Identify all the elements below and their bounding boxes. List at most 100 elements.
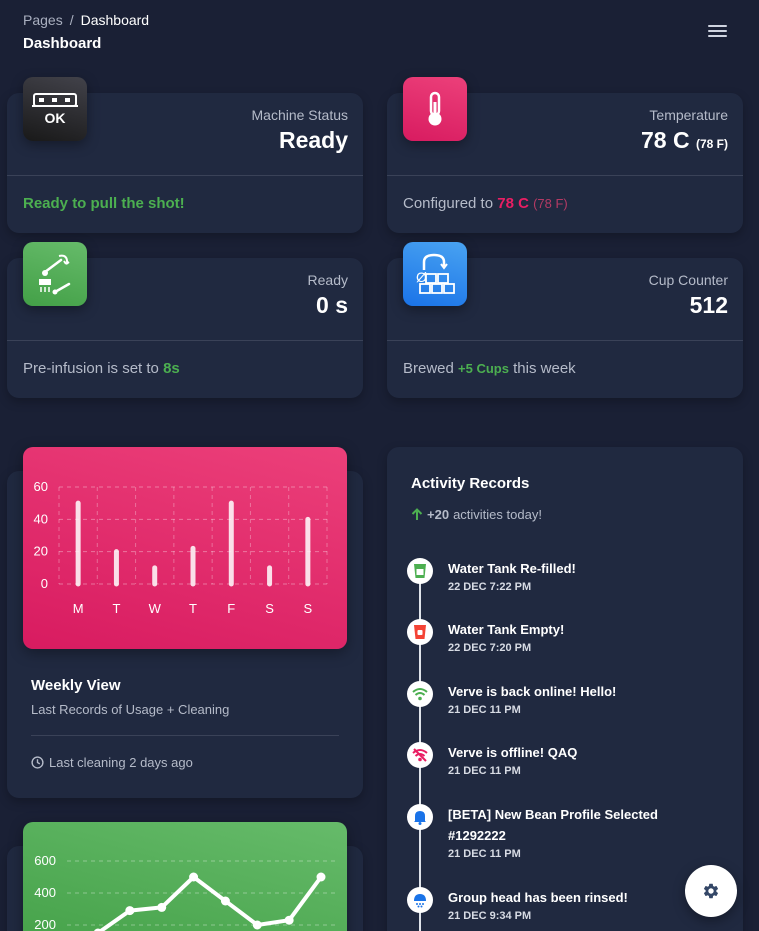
cup-footer-prefix: Brewed [403,360,454,377]
weekly-title: Weekly View [31,677,121,694]
thermometer-icon [403,77,467,141]
cup-footer-suffix: this week [513,360,576,377]
y-tick-label: 200 [34,917,56,931]
timeline-time: 21 DEC 9:34 PM [448,910,532,922]
breadcrumb-separator: / [69,12,74,28]
activity-subtitle: +20 activities today! [411,507,542,522]
divider [387,340,743,341]
temperature-f: (78 F) [695,137,728,151]
weekly-bar-chart-svg: 0 20 40 60 M T W T F S S [34,479,328,616]
ready-label: Ready [307,272,348,288]
bell-icon [407,804,433,830]
svg-text:OK: OK [45,110,66,126]
weekly-footer: Last cleaning 2 days ago [31,755,193,770]
cup-counter-value: 512 [689,292,728,318]
cup-counter-card: Ø Cup Counter 512 Brewed +5 Cups this we… [387,242,743,398]
cup-counter-label: Cup Counter [648,272,728,288]
data-point [189,872,199,882]
y-tick-label: 20 [34,544,48,559]
temperature-label: Temperature [649,107,728,123]
timeline-title: Group head has been rinsed! [448,890,628,905]
y-tick-label: 600 [34,853,56,868]
cup-counter-icon: Ø [403,242,467,306]
machine-status-card: OK Machine Status Ready Ready to pull th… [7,77,363,233]
x-tick-label: T [189,601,197,616]
x-tick-label: T [112,601,120,616]
water-tank-empty-icon [407,619,433,645]
x-tick-label: M [73,601,84,616]
activity-records-card: Activity Records +20 activities today! W… [387,447,743,931]
cup-counter-footer: Brewed +5 Cups this week [403,360,576,377]
temperature-value: 78 C (78 F) [641,127,728,154]
ready-footer-prefix: Pre-infusion is set to [23,360,159,377]
arrow-up-icon [411,508,423,520]
activity-count: +20 [427,507,450,522]
x-tick-label: S [265,601,274,616]
ready-footer-value: 8s [163,360,180,377]
wifi-icon [407,681,433,707]
data-point [252,920,262,930]
shower-head-icon [407,887,433,913]
breadcrumb-root[interactable]: Pages [23,12,63,28]
activity-count-suffix: activities today! [453,507,542,522]
machine-status-value: Ready [278,127,348,153]
data-point [125,906,135,916]
timeline-title: [BETA] New Bean Profile Selected #129222… [448,807,658,843]
usage-line-chart: 200 400 600 [23,822,347,931]
machine-status-footer: Ready to pull the shot! [23,195,185,212]
y-tick-label: 60 [34,479,48,494]
clock-icon [31,756,44,769]
divider [387,175,743,176]
data-point [316,872,326,882]
usage-line-chart-svg: 200 400 600 [34,853,337,931]
temperature-c: 78 C [641,127,690,153]
divider [31,735,339,736]
water-tank-full-icon [407,558,433,584]
usage-line-card: 200 400 600 [7,822,363,931]
breadcrumb: Pages / Dashboard [23,12,149,28]
x-tick-label: W [149,601,162,616]
timeline-title: Water Tank Re-filled! [448,561,576,576]
weekly-view-card: 0 20 40 60 M T W T F S S Weekly View Last Records … [7,447,363,798]
y-tick-label: 40 [34,511,48,526]
weekly-footer-text: Last cleaning 2 days ago [49,755,193,770]
data-point [157,902,167,912]
temperature-footer-sub: (78 F) [533,196,568,211]
wifi-off-icon [407,742,433,768]
data-point [220,896,230,906]
gear-icon [703,883,719,899]
activity-title: Activity Records [411,475,530,492]
temperature-footer: Configured to 78 C (78 F) [403,195,568,212]
timeline-time: 22 DEC 7:20 PM [448,642,532,654]
weekly-bar-chart: 0 20 40 60 M T W T F S S [23,447,347,649]
x-tick-label: S [304,601,313,616]
timeline-time: 21 DEC 11 PM [448,848,521,860]
temperature-card: Temperature 78 C (78 F) Configured to 78… [387,77,743,233]
temperature-footer-prefix: Configured to [403,195,494,212]
timeline-time: 21 DEC 11 PM [448,704,521,716]
machine-status-label: Machine Status [251,107,349,123]
hamburger-menu-icon[interactable] [708,25,727,39]
page-title: Dashboard [23,35,102,52]
x-tick-label: F [227,601,235,616]
timeline-title: Verve is back online! Hello! [448,684,617,699]
weekly-subtitle: Last Records of Usage + Cleaning [31,702,230,717]
timeline-time: 21 DEC 11 PM [448,765,521,777]
breadcrumb-current: Dashboard [80,12,150,28]
cup-footer-value: +5 Cups [458,361,509,376]
y-tick-label: 0 [41,576,48,591]
timeline-title: Verve is offline! QAQ [448,745,578,760]
divider [7,340,363,341]
ready-value: 0 s [316,292,348,318]
divider [7,175,363,176]
temperature-footer-value: 78 C [497,195,529,212]
ready-card: Ready 0 s Pre-infusion is set to 8s [7,242,363,398]
group-head-icon [23,242,87,306]
timeline-title: Water Tank Empty! [448,622,565,637]
y-tick-label: 400 [34,885,56,900]
data-point [284,915,294,925]
settings-button[interactable] [685,865,737,917]
machine-ok-icon: OK [23,77,87,141]
ready-footer: Pre-infusion is set to 8s [23,360,180,377]
timeline-time: 22 DEC 7:22 PM [448,581,532,593]
